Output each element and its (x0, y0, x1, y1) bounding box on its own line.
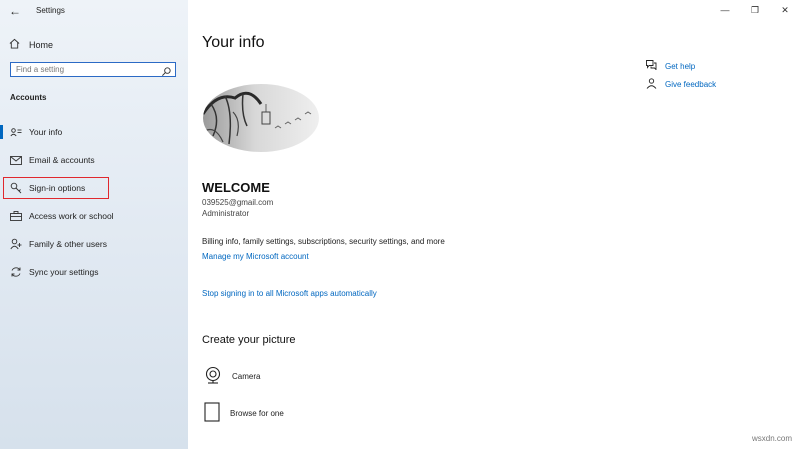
stop-signing-in-link[interactable]: Stop signing in to all Microsoft apps au… (202, 289, 377, 298)
sync-icon (9, 266, 23, 278)
picture-heading: Create your picture (202, 334, 296, 346)
sidebar: ← Settings Home Find a setting Accounts … (0, 0, 188, 449)
get-help-label: Get help (665, 61, 696, 71)
watermark: wsxdn.com (751, 434, 792, 443)
sidebar-item-sync-settings[interactable]: Sync your settings (0, 262, 188, 282)
camera-label: Camera (232, 371, 261, 381)
user-name: WELCOME (202, 180, 270, 195)
contact-card-icon (9, 127, 23, 137)
browse-option[interactable]: Browse for one (204, 402, 284, 424)
camera-option[interactable]: Camera (204, 366, 260, 386)
briefcase-icon (9, 211, 23, 221)
sidebar-item-label: Family & other users (29, 239, 107, 249)
user-email: 039525@gmail.com (202, 198, 274, 207)
sidebar-item-email-accounts[interactable]: Email & accounts (0, 150, 188, 170)
feedback-icon (646, 78, 657, 91)
sidebar-item-label: Your info (29, 127, 63, 137)
search-icon[interactable] (161, 64, 172, 82)
back-arrow-icon[interactable]: ← (9, 4, 21, 18)
sidebar-item-label: Access work or school (29, 211, 114, 221)
sidebar-item-your-info[interactable]: Your info (0, 122, 188, 142)
user-role: Administrator (202, 209, 250, 218)
minimize-icon[interactable]: — (710, 0, 740, 20)
maximize-icon[interactable]: ❐ (740, 0, 770, 20)
window-title: Settings (36, 6, 65, 15)
section-title: Accounts (10, 93, 47, 102)
give-feedback-link[interactable]: Give feedback (646, 78, 716, 91)
give-feedback-label: Give feedback (665, 80, 717, 89)
browse-file-icon (204, 402, 220, 424)
main-content: Your info WELCOME 039525@gmail.com Admin… (188, 0, 800, 449)
sidebar-item-label: Sync your settings (29, 267, 99, 277)
get-help-link[interactable]: Get help (646, 60, 695, 72)
close-icon[interactable]: ✕ (770, 0, 800, 20)
avatar (203, 84, 319, 152)
sidebar-home[interactable]: Home (9, 38, 53, 51)
camera-icon (204, 366, 222, 386)
person-add-icon (9, 238, 23, 250)
sidebar-item-label: Email & accounts (29, 155, 95, 165)
mail-icon (9, 155, 23, 165)
settings-window: ← Settings Home Find a setting Accounts … (0, 0, 800, 449)
window-controls: — ❐ ✕ (710, 0, 800, 20)
highlight-annotation (3, 177, 109, 199)
page-title: Your info (202, 34, 265, 51)
billing-description: Billing info, family settings, subscript… (202, 237, 445, 246)
browse-label: Browse for one (230, 408, 284, 418)
search-input[interactable]: Find a setting (16, 65, 64, 74)
manage-account-link[interactable]: Manage my Microsoft account (202, 252, 309, 261)
sidebar-item-access-work-school[interactable]: Access work or school (0, 206, 188, 226)
sidebar-item-family-users[interactable]: Family & other users (0, 234, 188, 254)
help-chat-icon (646, 60, 657, 72)
search-box[interactable]: Find a setting (10, 62, 176, 77)
home-label: Home (29, 39, 54, 50)
home-icon (9, 38, 20, 51)
